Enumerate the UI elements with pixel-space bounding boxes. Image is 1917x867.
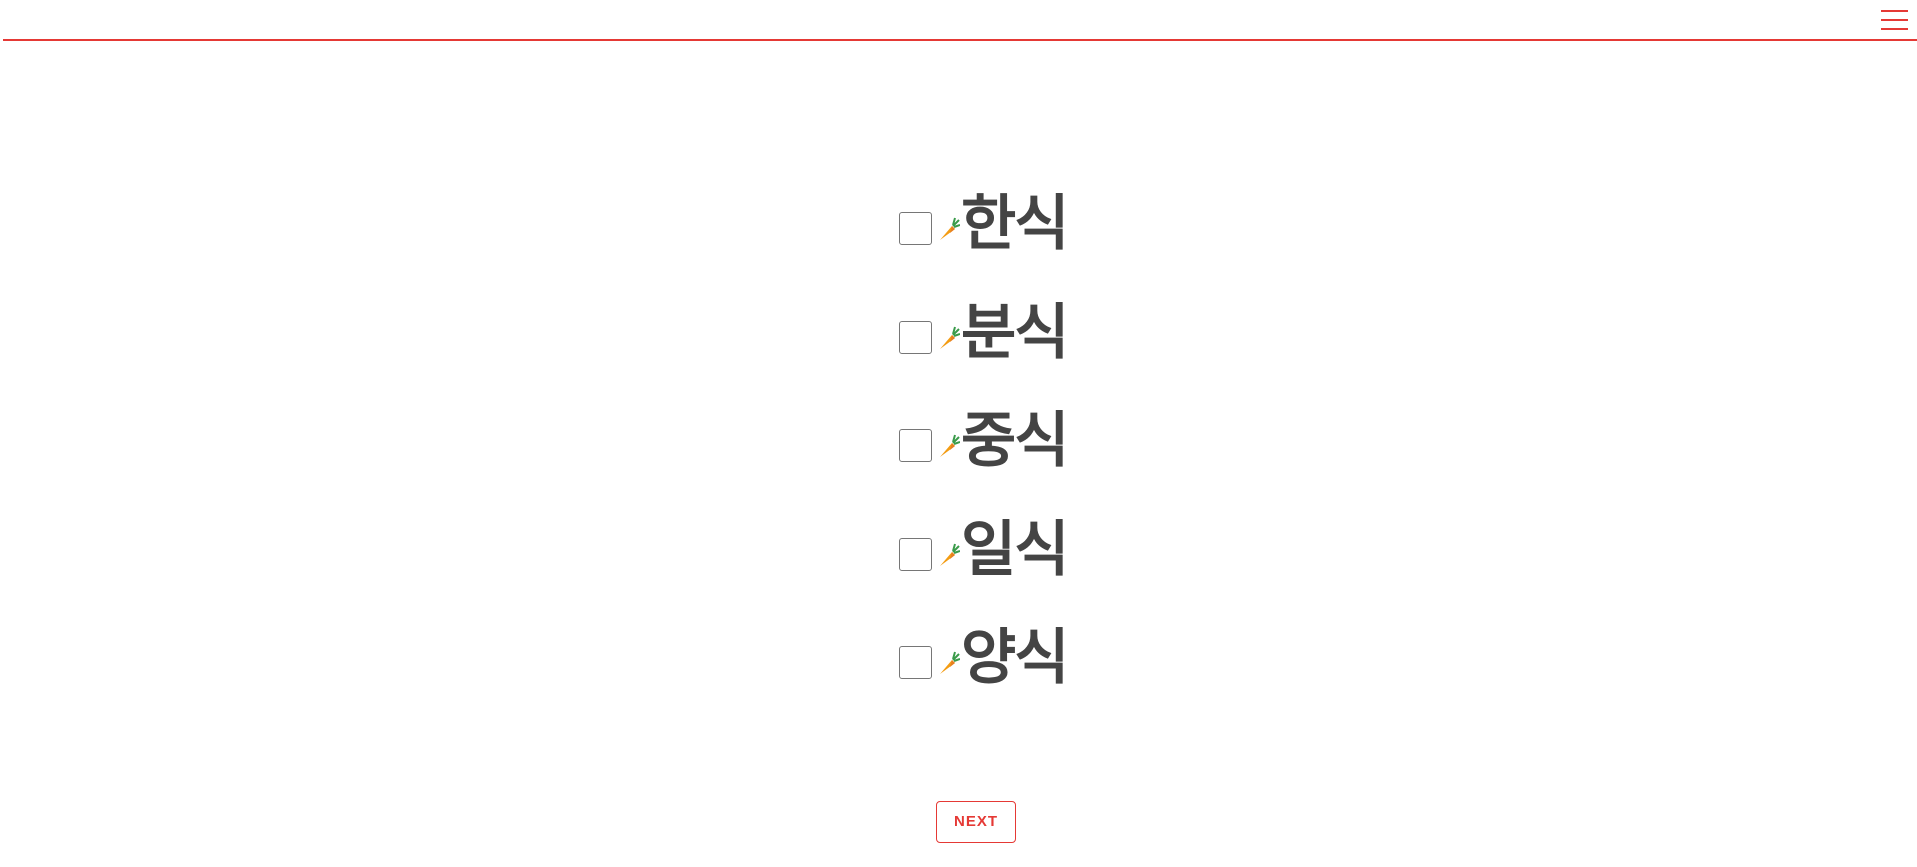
- hamburger-menu-icon[interactable]: [1881, 9, 1908, 31]
- option-item: 분식: [899, 298, 1159, 410]
- menu-line: [1881, 10, 1908, 12]
- top-bar: [3, 0, 1917, 41]
- option-item: 중식: [899, 406, 1159, 518]
- option-item: 한식: [899, 189, 1159, 301]
- carrot-icon: [940, 651, 960, 674]
- option-checkbox[interactable]: [899, 320, 932, 354]
- option-checkbox[interactable]: [899, 646, 932, 679]
- next-button[interactable]: NEXT: [936, 801, 1016, 843]
- option-checkbox[interactable]: [899, 212, 932, 245]
- menu-line: [1881, 19, 1908, 21]
- option-label: 중식: [961, 406, 1069, 476]
- option-label: 한식: [961, 189, 1069, 259]
- option-label: 양식: [961, 623, 1069, 693]
- option-label: 일식: [961, 514, 1069, 585]
- food-category-list: 한식 분식 중식 일식 양식: [899, 189, 1159, 735]
- carrot-icon: [940, 326, 960, 349]
- carrot-icon: [940, 434, 960, 457]
- option-checkbox[interactable]: [899, 537, 932, 571]
- option-item: 양식: [899, 623, 1159, 735]
- carrot-icon: [940, 217, 960, 240]
- menu-line: [1881, 28, 1908, 30]
- carrot-icon: [940, 543, 960, 566]
- option-checkbox[interactable]: [899, 429, 932, 462]
- option-label: 분식: [961, 297, 1069, 368]
- option-item: 일식: [899, 515, 1159, 627]
